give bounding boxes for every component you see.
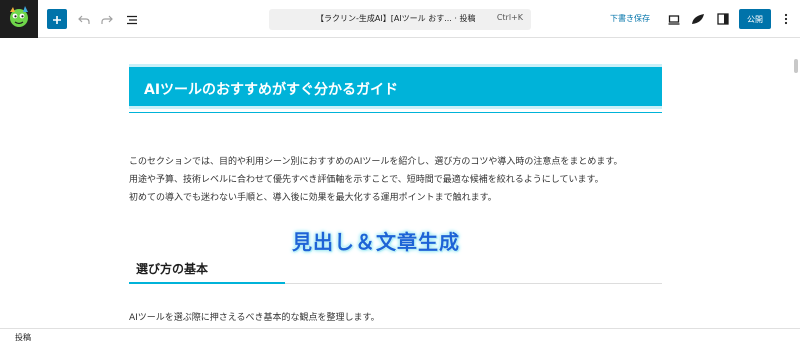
heading-h3-accent-line [129, 282, 285, 284]
editor-footer: 投稿 [0, 328, 800, 345]
undo-button[interactable] [74, 9, 94, 29]
document-outline-icon [126, 10, 138, 29]
plugin-button[interactable] [688, 9, 708, 29]
undo-icon [78, 10, 90, 29]
command-shortcut-hint: Ctrl+K [496, 13, 523, 22]
redo-icon [101, 10, 113, 29]
desktop-preview-icon [668, 10, 680, 29]
preview-button[interactable] [664, 9, 684, 29]
document-outline-button[interactable] [122, 9, 142, 29]
sidebar-toggle-icon [717, 10, 729, 29]
document-title-command-bar[interactable]: 【ラクリン-生成AI】[AIツール おす... · 投稿 Ctrl+K [269, 9, 531, 30]
settings-sidebar-toggle[interactable] [713, 9, 733, 29]
site-logo-button[interactable] [0, 0, 38, 38]
editor-canvas: AIツールのおすすめがすぐ分かるガイド このセクションでは、目的や利用シーン別に… [0, 39, 800, 327]
options-menu-button[interactable] [776, 9, 796, 29]
document-title: 【ラクリン-生成AI】[AIツール おす... · 投稿 [316, 14, 476, 23]
overlay-caption: 見出し＆文章生成 [292, 230, 460, 254]
heading-h3-block[interactable]: 選び方の基本 [136, 260, 208, 277]
editor-top-toolbar: 【ラクリン-生成AI】[AIツール おす... · 投稿 Ctrl+K 下書き保… [0, 0, 800, 38]
redo-button[interactable] [97, 9, 117, 29]
paragraph-intro-text[interactable]: このセクションでは、目的や利用シーン別におすすめのAIツールを紹介し、選び方のコ… [129, 157, 622, 203]
block-inserter-button[interactable] [47, 9, 67, 29]
publish-button[interactable]: 公開 [739, 9, 771, 29]
save-draft-button[interactable]: 下書き保存 [610, 13, 650, 24]
heading-h2-underline [129, 112, 662, 113]
leaf-plugin-icon [691, 10, 705, 29]
plus-icon [52, 10, 62, 29]
plugin-mascot-logo-icon [6, 4, 32, 34]
heading-h2-block[interactable]: AIツールのおすすめがすぐ分かるガイド [129, 64, 662, 109]
breadcrumb-post[interactable]: 投稿 [15, 332, 31, 343]
paragraph-block-basics[interactable]: AIツールを選ぶ際に押さえるべき基本的な観点を整理します。 [129, 309, 664, 327]
paragraph-block-intro[interactable]: このセクションでは、目的や利用シーン別におすすめのAIツールを紹介し、選び方のコ… [129, 135, 664, 207]
heading-h2-text[interactable]: AIツールのおすすめがすぐ分かるガイド [144, 79, 398, 99]
more-vertical-icon [784, 10, 788, 29]
canvas-scrollbar[interactable] [794, 59, 798, 73]
